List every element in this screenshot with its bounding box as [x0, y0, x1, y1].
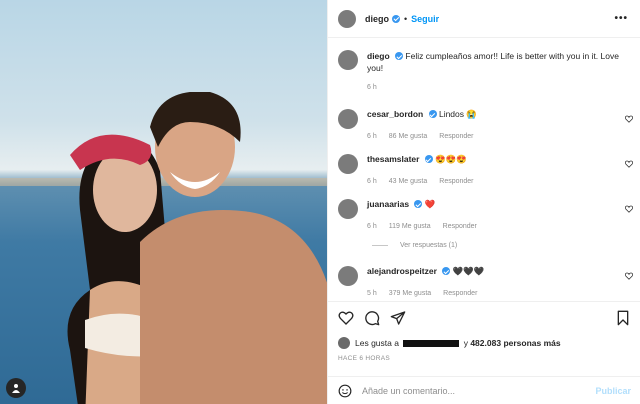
- post-details-panel: diego • Seguir ••• diego Feliz cumpleaño…: [327, 0, 640, 404]
- likes-suffix: personas más: [503, 338, 561, 348]
- user-tag-icon[interactable]: [6, 378, 26, 398]
- avatar[interactable]: [338, 50, 358, 70]
- post-photo[interactable]: [0, 0, 327, 404]
- comment-input[interactable]: Añade un comentario...: [362, 386, 595, 396]
- caption-text: Feliz cumpleaños amor!! Life is better w…: [367, 51, 619, 73]
- likes-prefix: Les gusta a: [355, 338, 399, 348]
- replies-divider: [372, 245, 388, 246]
- caption-username[interactable]: diego: [367, 51, 390, 61]
- post-date: HACE 6 HORAS: [338, 355, 391, 362]
- comment-time: 6 h: [367, 133, 377, 140]
- verified-icon: [442, 267, 451, 275]
- comment-username[interactable]: alejandrospeitzer: [367, 266, 437, 276]
- comment-likes[interactable]: 119 Me gusta: [389, 223, 431, 230]
- comment-text: Lindos 😭: [438, 109, 477, 119]
- avatar[interactable]: [338, 199, 358, 219]
- post-caption: diego Feliz cumpleaños amor!! Life is be…: [338, 50, 633, 94]
- share-icon[interactable]: [390, 310, 406, 326]
- view-replies-button[interactable]: Ver respuestas (1): [372, 242, 457, 249]
- caption-time: 6 h: [367, 84, 377, 91]
- comment-item: juanaarias ❤️ 6 h 119 Me gusta Responder: [338, 199, 633, 232]
- likes-connector: y: [463, 338, 468, 348]
- heart-icon[interactable]: [625, 272, 633, 280]
- bookmark-icon[interactable]: [615, 310, 631, 326]
- comment-text: 😍😍😍: [435, 154, 467, 164]
- verified-icon: [428, 110, 437, 118]
- comment-item: cesar_bordon Lindos 😭 6 h 86 Me gusta Resp…: [338, 109, 633, 142]
- publish-button[interactable]: Publicar: [595, 386, 631, 396]
- reply-button[interactable]: Responder: [439, 178, 473, 185]
- avatar: [338, 337, 350, 349]
- comment-time: 6 h: [367, 178, 377, 185]
- comment-likes[interactable]: 86 Me gusta: [389, 133, 428, 140]
- verified-icon: [414, 200, 423, 208]
- comment-time: 6 h: [367, 223, 377, 230]
- avatar[interactable]: [338, 154, 358, 174]
- comment-likes[interactable]: 43 Me gusta: [389, 178, 428, 185]
- reply-button[interactable]: Responder: [439, 133, 473, 140]
- add-comment-bar: Añade un comentario... Publicar: [328, 376, 640, 404]
- likes-count: 482.083: [470, 338, 502, 348]
- view-replies-label[interactable]: Ver respuestas (1): [400, 242, 457, 249]
- verified-icon: [395, 52, 404, 60]
- comment-likes[interactable]: 379 Me gusta: [389, 290, 431, 297]
- heart-icon[interactable]: [625, 205, 633, 213]
- redacted-username: [403, 339, 460, 347]
- comment-item: thesamslater 😍😍😍 6 h 43 Me gusta Responder: [338, 154, 633, 187]
- reply-button[interactable]: Responder: [443, 290, 477, 297]
- comment-text: ❤️: [424, 199, 436, 209]
- post-actions: Les gusta a y 482.083 personas más HACE …: [328, 301, 640, 404]
- smile-icon[interactable]: [338, 384, 352, 398]
- comment-username[interactable]: juanaarias: [367, 199, 409, 209]
- avatar[interactable]: [338, 109, 358, 129]
- comment-icon[interactable]: [364, 310, 380, 326]
- post-header: diego • Seguir •••: [328, 0, 640, 38]
- comment-text: 🖤🖤🖤: [452, 266, 485, 276]
- reply-button[interactable]: Responder: [443, 223, 477, 230]
- heart-icon[interactable]: [338, 310, 354, 326]
- separator-dot: •: [404, 13, 408, 24]
- comment-item: alejandrospeitzer 🖤🖤🖤 5 h 379 Me gusta Res…: [338, 266, 633, 299]
- author-username[interactable]: diego: [365, 14, 389, 24]
- likes-summary[interactable]: Les gusta a y 482.083 personas más: [338, 337, 561, 349]
- verified-icon: [392, 14, 400, 23]
- follow-button[interactable]: Seguir: [411, 14, 439, 24]
- heart-icon[interactable]: [625, 115, 633, 123]
- comment-time: 5 h: [367, 290, 377, 297]
- man-figure: [140, 92, 327, 404]
- more-options-icon[interactable]: •••: [614, 13, 628, 24]
- verified-icon: [424, 155, 433, 163]
- avatar[interactable]: [338, 266, 358, 286]
- avatar[interactable]: [338, 9, 356, 28]
- comment-username[interactable]: cesar_bordon: [367, 109, 423, 119]
- comment-username[interactable]: thesamslater: [367, 154, 419, 164]
- heart-icon[interactable]: [625, 160, 633, 168]
